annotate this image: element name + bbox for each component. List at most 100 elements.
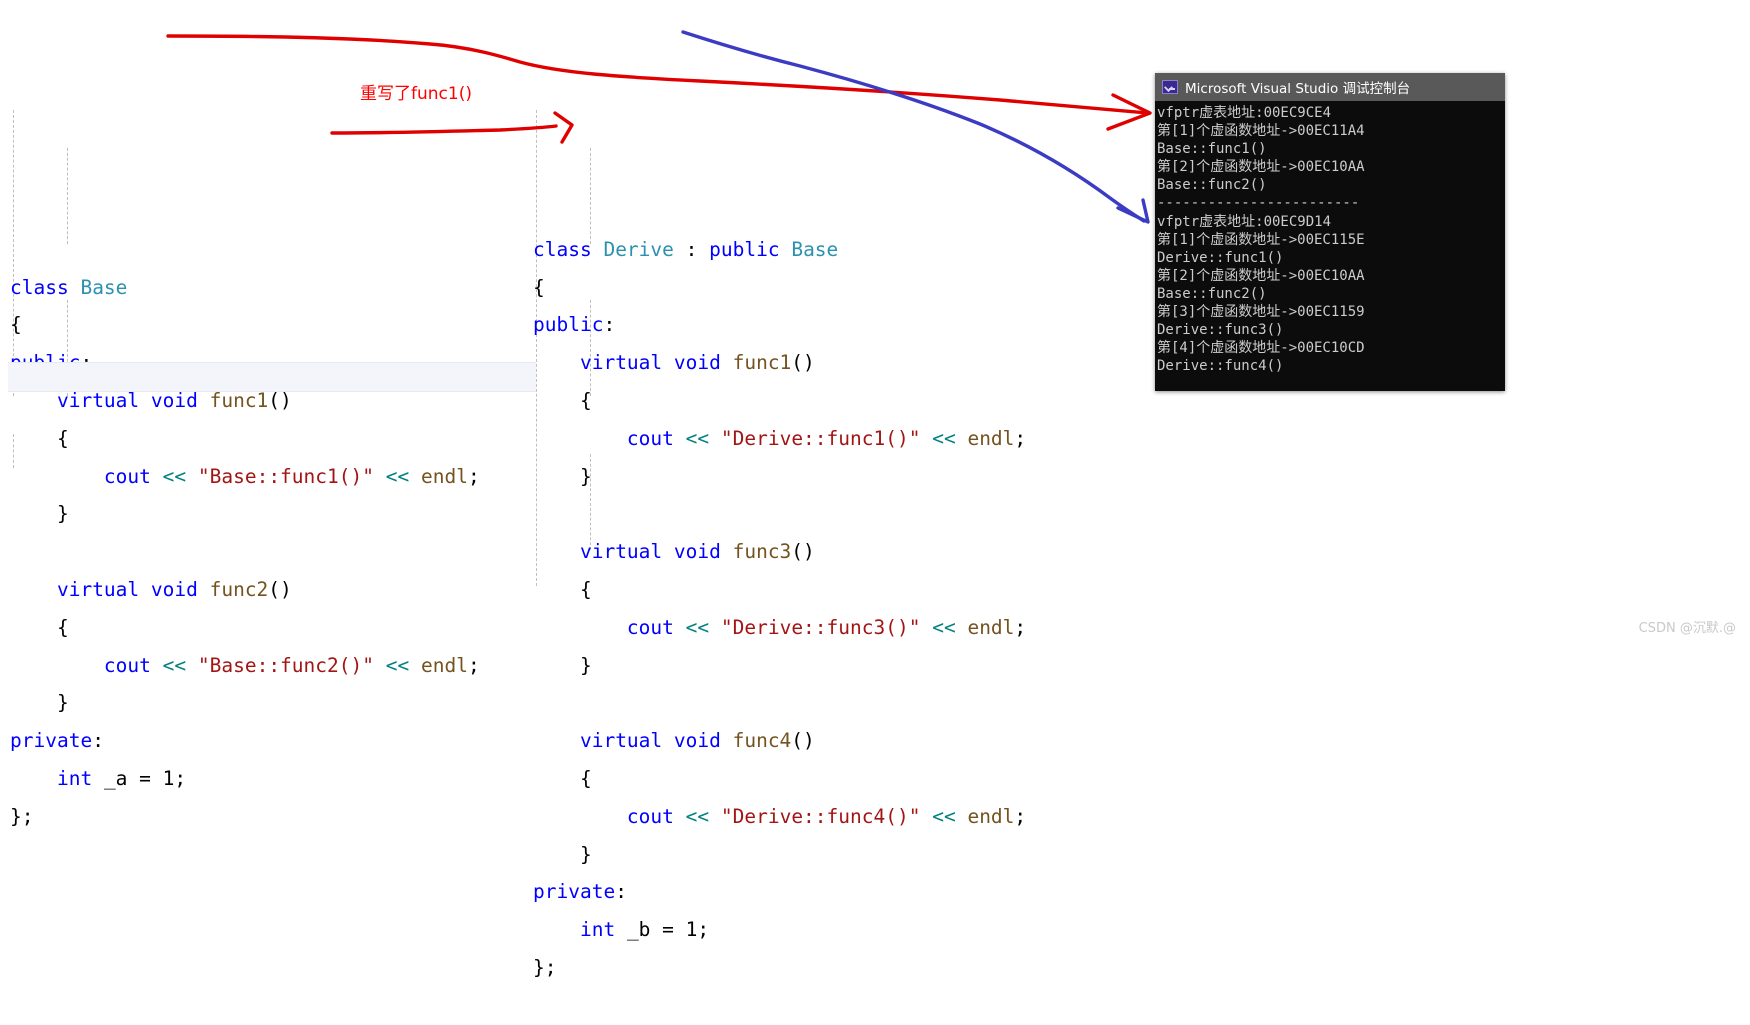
code-token: ; <box>697 918 710 942</box>
code-token: << <box>932 615 956 639</box>
code-token: cout <box>626 804 674 828</box>
code-token: () <box>791 729 815 753</box>
code-token: : <box>615 880 627 904</box>
code-line: int _b = 1; <box>533 911 1026 949</box>
code-token: : <box>603 313 616 337</box>
code-token: virtual void <box>56 577 210 601</box>
debug-console-window[interactable]: Microsoft Visual Studio 调试控制台 vfptr虚表地址:… <box>1155 73 1505 391</box>
code-token: "Derive::func3()" <box>720 615 921 639</box>
code-token: virtual void <box>56 388 210 412</box>
code-line: virtual void func1() <box>533 344 1026 382</box>
code-token: << <box>932 804 956 828</box>
indent-guide <box>67 148 68 244</box>
code-token: virtual void <box>579 729 733 753</box>
console-line: 第[2]个虚函数地址->00EC10AA <box>1157 159 1365 176</box>
code-token: << <box>162 653 187 677</box>
console-line: 第[1]个虚函数地址->00EC11A4 <box>1157 123 1365 140</box>
code-line: { <box>10 420 480 458</box>
code-token: } <box>533 842 592 866</box>
code-token: public <box>709 237 792 261</box>
code-token: _b = <box>615 918 686 942</box>
code-token: { <box>10 426 69 450</box>
code-token: { <box>10 313 22 337</box>
code-token: () <box>791 351 815 375</box>
code-token: Base <box>80 275 128 299</box>
code-line: { <box>10 609 480 647</box>
console-line: ------------------------ <box>1157 195 1360 212</box>
code-line: virtual void func2() <box>10 571 480 609</box>
code-token: ; <box>1014 615 1027 639</box>
code-line: public: <box>10 344 480 382</box>
code-token: } <box>10 502 69 526</box>
code-line: { <box>533 382 1026 420</box>
console-titlebar[interactable]: Microsoft Visual Studio 调试控制台 <box>1155 73 1505 101</box>
code-token: virtual void <box>579 351 733 375</box>
code-token: cout <box>103 464 151 488</box>
code-token: () <box>268 388 292 412</box>
csdn-watermark: CSDN @沉默.@ <box>1638 621 1736 636</box>
base-class-code-pane[interactable]: class Base{public: virtual void func1() … <box>10 4 480 873</box>
code-token: "Derive::func4()" <box>720 804 921 828</box>
code-token: << <box>385 464 410 488</box>
code-token: cout <box>626 615 674 639</box>
code-line: } <box>10 684 480 722</box>
code-token: << <box>932 426 956 450</box>
indent-guide <box>590 148 591 244</box>
derive-class-code-pane[interactable]: class Derive : public Base {public: virtu… <box>533 4 1026 1025</box>
code-token: << <box>685 615 710 639</box>
code-token: public <box>10 351 81 375</box>
code-token: Derive <box>603 237 674 261</box>
code-token: endl <box>420 653 468 677</box>
code-token: : <box>80 351 93 375</box>
code-token: func2 <box>209 577 269 601</box>
code-token: ; <box>174 766 187 790</box>
code-token: "Derive::func1()" <box>720 426 921 450</box>
code-line: cout << "Derive::func1()" << endl; <box>533 420 1026 458</box>
console-line: 第[4]个虚函数地址->00EC10CD <box>1157 340 1365 357</box>
code-token: endl <box>967 804 1015 828</box>
console-line: vfptr虚表地址:00EC9D14 <box>1157 213 1332 230</box>
console-output: vfptr虚表地址:00EC9CE4 第[1]个虚函数地址->00EC11A4 Ba… <box>1155 101 1505 375</box>
console-line: Base::func2() <box>1157 285 1267 302</box>
code-line: private: <box>10 722 480 760</box>
code-token: } <box>533 653 592 677</box>
code-token: cout <box>626 426 674 450</box>
code-token: { <box>533 275 545 299</box>
code-token: "Base::func1()" <box>197 464 374 488</box>
console-line: 第[3]个虚函数地址->00EC1159 <box>1157 304 1365 321</box>
console-title-text: Microsoft Visual Studio 调试控制台 <box>1185 81 1411 97</box>
code-token: cout <box>103 653 151 677</box>
annotation-note: 重写了func1() <box>360 84 472 104</box>
code-token: 1 <box>162 766 175 790</box>
console-line: Derive::func1() <box>1157 249 1284 266</box>
console-line: 第[1]个虚函数地址->00EC115E <box>1157 231 1365 248</box>
code-token: }; <box>10 804 34 828</box>
code-line: } <box>533 458 1026 496</box>
code-token: func1 <box>209 388 269 412</box>
code-line: int _a = 1; <box>10 760 480 798</box>
code-token: << <box>385 653 410 677</box>
console-line: Base::func1() <box>1157 141 1267 158</box>
code-token: endl <box>420 464 468 488</box>
code-line: { <box>533 760 1026 798</box>
